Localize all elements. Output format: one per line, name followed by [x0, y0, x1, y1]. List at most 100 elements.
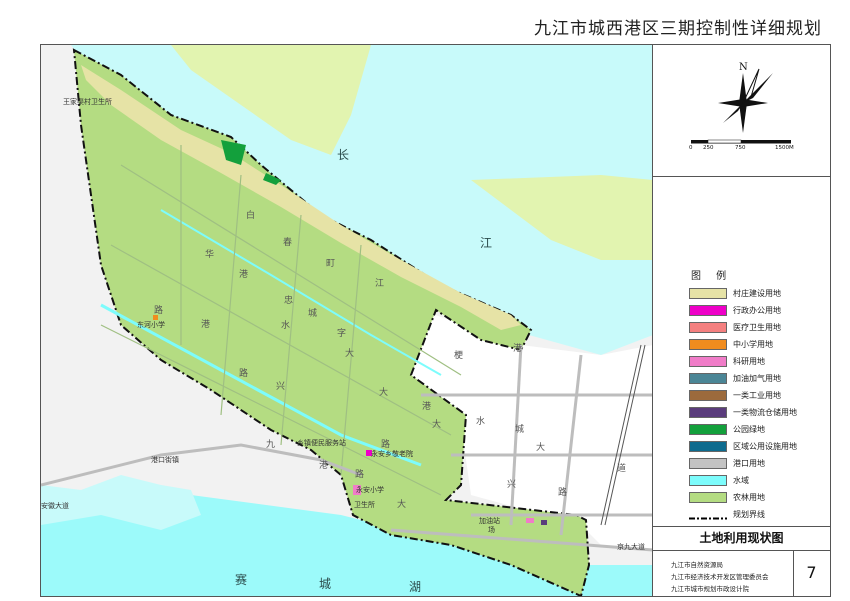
label-gangkou-street: 港口街镇	[151, 456, 179, 464]
road-char: 大	[345, 349, 355, 359]
road-char: 忠	[284, 296, 294, 306]
compass-box: N 0 250 750 1500M	[653, 45, 830, 177]
road-char: 町	[326, 259, 336, 269]
water-label: 江	[480, 236, 493, 250]
legend-item: 一类物流仓储用地	[689, 406, 797, 419]
scale-label-1: 250	[703, 145, 714, 151]
road-char: 大	[379, 388, 389, 398]
legend-label: 公园绿地	[733, 425, 765, 434]
legend-label: 一类物流仓储用地	[733, 408, 797, 417]
legend-swatch	[689, 322, 727, 333]
map-canvas[interactable]: 王家渠村卫生所 东河小学 港口街镇 乡镇便民服务站 永安乡敬老院 永安小学 卫生…	[40, 44, 654, 597]
road-char: 港	[422, 402, 432, 412]
legend-label: 一类工业用地	[733, 391, 781, 400]
legend-label: 农林用地	[733, 493, 765, 502]
road-char: 城	[308, 309, 318, 319]
legend-swatch	[689, 424, 727, 435]
water-label: 长	[337, 148, 350, 162]
page-number: 7	[806, 563, 817, 582]
label-xiangji: 乡镇便民服务站	[297, 439, 346, 447]
legend-label: 加油加气用地	[733, 374, 781, 383]
road-char: 大	[397, 500, 407, 510]
map-name: 土地利用现状图	[653, 526, 830, 551]
legend-swatch	[689, 305, 727, 316]
legend-item: 农林用地	[689, 491, 765, 504]
legend-title: 图 例	[691, 271, 733, 282]
legend-swatch	[689, 339, 727, 350]
legend-item: 港口用地	[689, 457, 765, 470]
legend-item: 一类工业用地	[689, 389, 781, 402]
road-char: 道	[617, 464, 627, 474]
road-char: 江	[375, 279, 385, 289]
road-char: 华	[205, 250, 215, 260]
side-panel: N 0 250 750 1500M 图 例 村庄建设用地 行政办公用地 医疗卫生用地…	[652, 44, 831, 597]
legend-label: 医疗卫生用地	[733, 323, 781, 332]
legend-label: 水域	[733, 476, 749, 485]
label-wangjiaju: 王家渠村卫生所	[63, 98, 112, 106]
road-char: 兴	[507, 480, 517, 490]
road-char: 大	[536, 443, 546, 453]
road-char: 梗	[454, 351, 464, 361]
scale-label-2: 750	[735, 145, 746, 151]
legend-item: 中小学用地	[689, 338, 773, 351]
label-xiangzhan: 场	[488, 526, 495, 534]
road-char: 路	[154, 306, 164, 316]
road-char: 城	[515, 425, 525, 435]
legend-swatch	[689, 390, 727, 401]
legend: 图 例 村庄建设用地 行政办公用地 医疗卫生用地 中小学用地科研用地加油加气用地 一类工…	[653, 176, 830, 527]
road-char: 春	[283, 238, 293, 248]
water-label: 湖	[409, 580, 422, 594]
road-char: 白	[246, 211, 256, 221]
road-char: 字	[337, 329, 347, 339]
legend-label: 中小学用地	[733, 340, 773, 349]
legend-label: 行政办公用地	[733, 306, 781, 315]
legend-item: 公园绿地	[689, 423, 765, 436]
road-char: 九	[266, 440, 276, 450]
map-title: 九江市城西港区三期控制性详细规划	[534, 19, 822, 39]
org-box: 九江市自然资源局 九江市经济技术开发区管理委员会 九江市城市规划市政设计院	[653, 550, 794, 596]
org-line: 九江市城市规划市政设计院	[671, 585, 749, 593]
legend-label: 村庄建设用地	[733, 289, 781, 298]
legend-swatch	[689, 458, 727, 469]
road-char: 大	[432, 420, 442, 430]
legend-item: 水域	[689, 474, 749, 487]
legend-swatch	[689, 509, 727, 520]
legend-item: 规划界线	[689, 508, 765, 521]
road-char: 港	[513, 344, 523, 354]
legend-swatch	[689, 288, 727, 299]
legend-swatch	[689, 475, 727, 486]
road-char: 兴	[276, 382, 286, 392]
road-char: 港	[239, 270, 249, 280]
water-label: 赛	[235, 573, 248, 587]
road-char: 路	[558, 488, 568, 498]
scale-label-3: 1500M	[775, 145, 794, 151]
legend-label: 区域公用设施用地	[733, 442, 797, 451]
legend-item: 区域公用设施用地	[689, 440, 797, 453]
map-drawing	[41, 45, 653, 596]
legend-swatch	[689, 356, 727, 367]
scale-label-0: 0	[689, 145, 693, 151]
legend-label: 科研用地	[733, 357, 765, 366]
legend-item: 加油加气用地	[689, 372, 781, 385]
legend-item: 行政办公用地	[689, 304, 781, 317]
road-char: 港	[201, 320, 211, 330]
legend-item: 科研用地	[689, 355, 765, 368]
compass-icon	[691, 68, 791, 144]
legend-item: 村庄建设用地	[689, 287, 781, 300]
label-donghe-school: 东河小学	[137, 321, 165, 329]
road-char: 路	[239, 369, 249, 379]
road-char: 水	[281, 321, 291, 331]
label-yongan-elder: 永安乡敬老院	[371, 450, 413, 458]
legend-swatch	[689, 373, 727, 384]
label-road-right: 京九大道	[617, 543, 645, 551]
org-line: 九江市经济技术开发区管理委员会	[671, 573, 769, 581]
road-char: 水	[476, 417, 486, 427]
label-health: 卫生所	[354, 501, 375, 509]
legend-swatch	[689, 492, 727, 503]
legend-swatch	[689, 441, 727, 452]
label-yongan-school: 永安小学	[356, 486, 384, 494]
road-char: 路	[381, 440, 391, 450]
legend-swatch	[689, 407, 727, 418]
legend-label: 规划界线	[733, 510, 765, 519]
legend-item: 医疗卫生用地	[689, 321, 781, 334]
